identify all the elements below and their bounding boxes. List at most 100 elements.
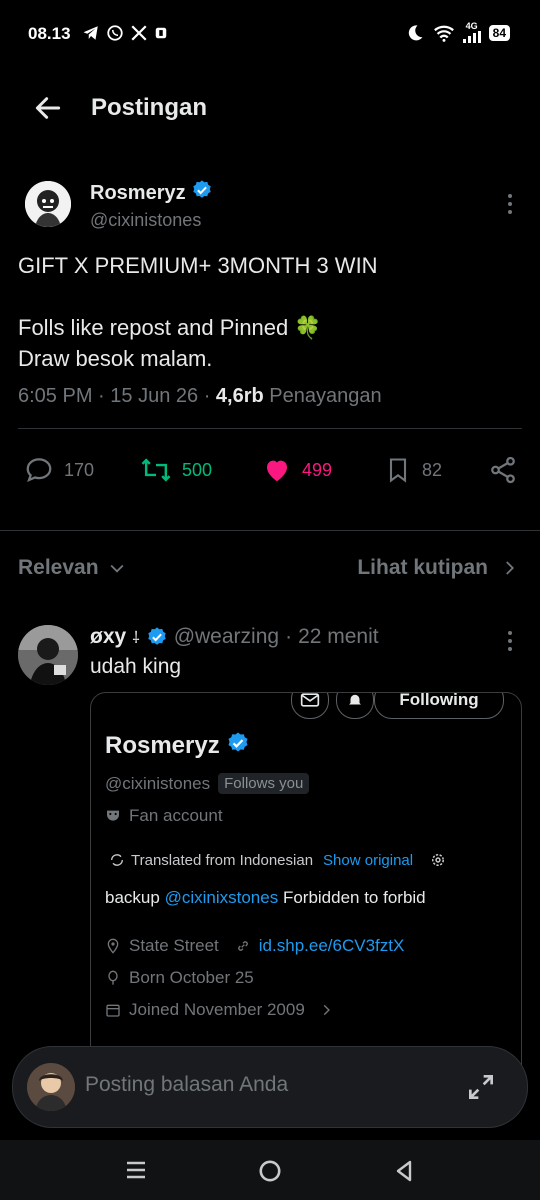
show-original-link: Show original (323, 851, 414, 869)
notify-button (336, 693, 374, 719)
share-icon (488, 455, 518, 485)
bio-suffix: Forbidden to forbid (282, 888, 426, 907)
translate-icon (111, 854, 123, 866)
translated-label: Translated from Indonesian (131, 851, 314, 869)
card-joined-row: Joined November 2009 (105, 1000, 333, 1020)
repost-button[interactable]: 500 (140, 455, 212, 485)
reply-time: 22 menit (298, 625, 379, 648)
author-name-row[interactable]: Rosmeryz (90, 179, 213, 205)
chevron-down-icon (107, 558, 127, 578)
chevron-right-icon (500, 558, 518, 578)
reply-text: udah king (90, 655, 182, 678)
separator-dot: · (285, 625, 293, 648)
follows-you-badge: Follows you (218, 773, 310, 794)
home-icon[interactable] (257, 1158, 283, 1184)
bio-mention: @cixinixstones (164, 888, 279, 907)
bell-icon (349, 694, 361, 705)
status-bar: 08.13 4G 84 (0, 0, 540, 70)
like-count: 499 (302, 459, 333, 480)
card-category: Fan account (105, 806, 223, 826)
divider (18, 428, 522, 429)
repost-icon (140, 455, 172, 485)
post-time: 6:05 PM (18, 385, 93, 407)
back-nav-icon[interactable] (392, 1158, 416, 1184)
system-icons: 4G 84 (405, 22, 510, 43)
post-meta: 6:05 PM · 15 Jun 26 · 4,6rb Penayangan (18, 385, 382, 407)
verified-badge-icon (226, 731, 250, 755)
reply-header: øxy ⸸ @wearzing · 22 menit (90, 625, 379, 649)
views-label[interactable]: Penayangan (269, 385, 381, 407)
user-avatar (27, 1063, 75, 1111)
share-button[interactable] (488, 455, 518, 485)
post-text-line: GIFT X PREMIUM+ 3MONTH 3 WIN (18, 253, 378, 278)
card-bio: backup @cixinixstones Forbidden to forbi… (105, 888, 426, 908)
expand-icon[interactable] (465, 1071, 497, 1103)
post-text: GIFT X PREMIUM+ 3MONTH 3 WIN Folls like … (18, 250, 518, 374)
profile-link: id.shp.ee/6CV3fztX (258, 936, 405, 955)
moon-icon (405, 23, 425, 43)
sort-dropdown[interactable]: Relevan (18, 556, 127, 580)
joined-label: Joined November 2009 (129, 1000, 305, 1019)
location-pin-icon (107, 938, 119, 954)
arrow-left-icon (35, 97, 61, 119)
link-icon (237, 941, 248, 951)
verified-badge-icon (146, 626, 168, 648)
bookmark-button[interactable]: 82 (384, 455, 442, 485)
card-handle: @cixinistones (105, 773, 211, 793)
heart-icon (262, 455, 292, 485)
reply-avatar[interactable] (18, 625, 78, 685)
page-title: Postingan (91, 94, 208, 121)
reply-composer[interactable]: Posting balasan Anda (12, 1046, 528, 1128)
reply-input[interactable]: Posting balasan Anda (85, 1073, 288, 1097)
sort-label: Relevan (18, 556, 99, 579)
system-nav-bar (0, 1140, 540, 1200)
author-handle[interactable]: @cixinistones (90, 210, 201, 231)
author-name[interactable]: Rosmeryz (90, 182, 186, 204)
balloon-icon (108, 970, 118, 985)
born-label: Born October 25 (129, 968, 254, 987)
battery-icon: 84 (488, 24, 510, 41)
masks-icon (107, 810, 119, 821)
divider (0, 530, 540, 531)
bio-prefix: backup (105, 888, 160, 907)
notification-icons (82, 24, 168, 42)
card-profile-name: Rosmeryz (105, 732, 220, 759)
action-bar: 170 500 499 82 (0, 455, 540, 501)
quotes-label: Lihat kutipan (357, 556, 488, 579)
reply-button[interactable]: 170 (24, 455, 94, 485)
reply-count: 170 (64, 459, 95, 480)
mail-icon (300, 693, 320, 707)
reply-image[interactable]: Following Rosmeryz @cixinistones Follows… (90, 692, 522, 1084)
following-button: Following (374, 693, 504, 719)
card-born-row: Born October 25 (105, 968, 254, 988)
status-time: 08.13 (28, 24, 71, 43)
author-avatar[interactable] (25, 181, 71, 227)
view-quotes-link[interactable]: Lihat kutipan (357, 556, 518, 580)
more-options-icon[interactable] (502, 193, 518, 215)
signal-icon: 4G (462, 21, 481, 43)
x-logo-icon (130, 24, 148, 42)
message-button (291, 693, 329, 719)
card-handle-row: @cixinistones Follows you (105, 773, 310, 794)
like-button[interactable]: 499 (262, 455, 332, 485)
reply-author-handle[interactable]: @wearzing (174, 625, 279, 649)
signal-label: 4G (465, 21, 478, 31)
more-options-icon[interactable] (502, 630, 518, 652)
reply-name-suffix: ⸸ (132, 630, 140, 647)
repost-count: 500 (182, 459, 213, 480)
card-translation-row: Translated from Indonesian Show original (109, 851, 447, 869)
bookmark-count: 82 (422, 459, 443, 480)
reply-author-name[interactable]: øxy (90, 625, 126, 649)
reply-icon (24, 455, 54, 485)
calendar-icon (106, 1004, 120, 1017)
gear-icon (432, 854, 445, 866)
chevron-right-icon (323, 1004, 330, 1016)
card-profile-name-row: Rosmeryz (105, 731, 250, 760)
post-text-line: Folls like repost and Pinned 🍀 (18, 315, 322, 340)
app-icon (154, 26, 168, 40)
menu-icon[interactable] (124, 1158, 148, 1182)
post-text-line: Draw besok malam. (18, 346, 213, 371)
views-count[interactable]: 4,6rb (216, 385, 264, 407)
post-date: 15 Jun 26 (110, 385, 199, 407)
back-button[interactable] (32, 92, 64, 124)
